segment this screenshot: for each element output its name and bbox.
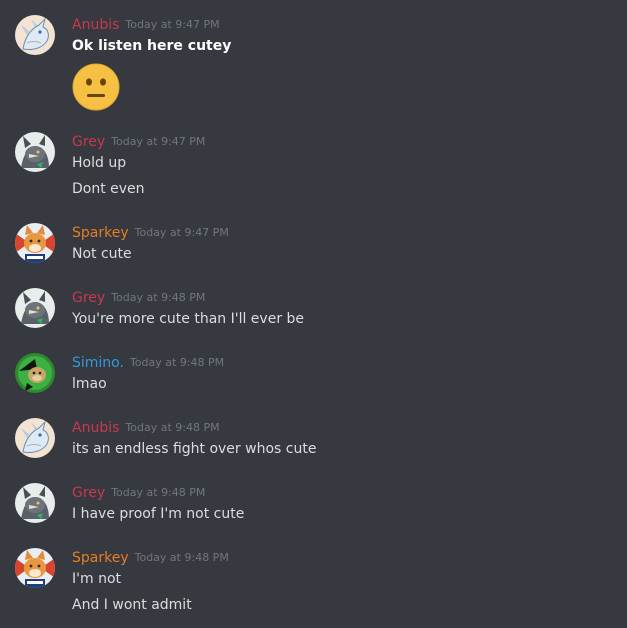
timestamp: Today at 9:47 PM [125,18,220,31]
username[interactable]: Anubis [72,420,119,436]
neutral-face-emoji-icon [72,63,120,111]
message-text: Dont even [72,181,145,197]
message-header: Sparkey Today at 9:48 PM [72,548,229,566]
timestamp: Today at 9:48 PM [134,551,229,564]
message-text: I have proof I'm not cute [72,506,245,522]
timestamp: Today at 9:48 PM [125,421,220,434]
grey-wolf-avatar-icon[interactable] [15,132,55,172]
message-header: Anubis Today at 9:47 PM [72,15,220,33]
username[interactable]: Sparkey [72,550,129,566]
message-text: Not cute [72,246,132,262]
white-dragon-avatar-icon[interactable] [15,15,55,55]
grey-wolf-avatar-icon[interactable] [15,483,55,523]
green-monkey-avatar-icon[interactable] [15,353,55,393]
message-header: Grey Today at 9:48 PM [72,288,205,306]
chat-messages: Anubis Today at 9:47 PM Ok listen here cu… [0,0,627,628]
username[interactable]: Grey [72,485,105,501]
timestamp: Today at 9:48 PM [111,291,206,304]
message-text: its an endless fight over whos cute [72,441,317,457]
message-header: Sparkey Today at 9:47 PM [72,223,229,241]
username[interactable]: Simino. [72,355,124,371]
message-text: You're more cute than I'll ever be [72,311,305,327]
white-dragon-avatar-icon[interactable] [15,418,55,458]
username[interactable]: Anubis [72,17,119,33]
message-header: Grey Today at 9:47 PM [72,132,205,150]
timestamp: Today at 9:48 PM [111,486,206,499]
orange-fox-avatar-icon[interactable] [15,548,55,588]
message-header: Anubis Today at 9:48 PM [72,418,220,436]
timestamp: Today at 9:47 PM [134,226,229,239]
message-text: Hold up [72,155,127,171]
timestamp: Today at 9:47 PM [111,135,206,148]
message-header: Simino. Today at 9:48 PM [72,353,224,371]
timestamp: Today at 9:48 PM [129,356,225,369]
message-text: I'm not [72,571,121,587]
message-text: lmao [72,376,107,392]
message-text: Ok listen here cutey [72,38,232,54]
username[interactable]: Grey [72,290,105,306]
username[interactable]: Sparkey [72,225,129,241]
username[interactable]: Grey [72,134,105,150]
orange-fox-avatar-icon[interactable] [15,223,55,263]
message-text: And I wont admit [72,597,192,613]
message-header: Grey Today at 9:48 PM [72,483,205,501]
grey-wolf-avatar-icon[interactable] [15,288,55,328]
